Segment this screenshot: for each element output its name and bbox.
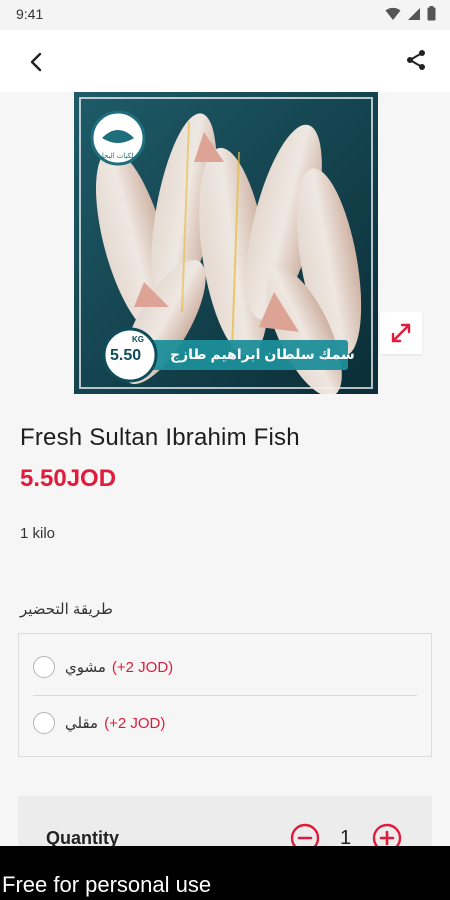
expand-icon xyxy=(391,323,411,343)
preparation-options: مشوي (+2 JOD) مقلي (+2 JOD) xyxy=(18,633,432,757)
battery-icon xyxy=(427,6,436,21)
image-badge-unit: KG xyxy=(132,335,144,344)
option-extra-price: (+2 JOD) xyxy=(104,714,166,732)
share-button[interactable] xyxy=(402,46,430,74)
product-title: Fresh Sultan Ibrahim Fish xyxy=(20,424,300,451)
back-button[interactable] xyxy=(22,48,50,76)
status-bar: 9:41 xyxy=(0,0,450,30)
radio-grilled[interactable] xyxy=(33,656,55,678)
status-time: 9:41 xyxy=(16,6,44,22)
image-banner-text: سمك سلطان ابراهيم طازج xyxy=(170,346,355,362)
app-bar xyxy=(0,30,450,92)
wifi-icon xyxy=(385,7,401,20)
chevron-left-icon xyxy=(30,52,42,72)
share-icon xyxy=(407,50,425,70)
product-image[interactable]: ملكيات البحار 5.50 KG سمك سلطان ابراهيم … xyxy=(74,92,378,394)
product-unit: 1 kilo xyxy=(20,525,56,542)
option-name: مقلي xyxy=(65,715,99,732)
option-grilled[interactable]: مشوي (+2 JOD) xyxy=(19,640,431,694)
radio-fried[interactable] xyxy=(33,712,55,734)
image-badge-value: 5.50 xyxy=(110,347,142,364)
watermark-text: Free for personal use xyxy=(2,872,212,897)
status-icons xyxy=(385,6,436,21)
preparation-label: طريقة التحضير xyxy=(20,601,113,618)
signal-icon xyxy=(408,7,420,20)
product-price: 5.50JOD xyxy=(20,465,117,492)
image-logo-text: ملكيات البحار xyxy=(98,153,138,160)
option-fried[interactable]: مقلي (+2 JOD) xyxy=(19,696,431,750)
watermark-bar: Free for personal use xyxy=(0,846,450,900)
option-name: مشوي xyxy=(65,659,106,676)
option-extra-price: (+2 JOD) xyxy=(111,658,174,676)
expand-image-button[interactable] xyxy=(380,312,422,354)
